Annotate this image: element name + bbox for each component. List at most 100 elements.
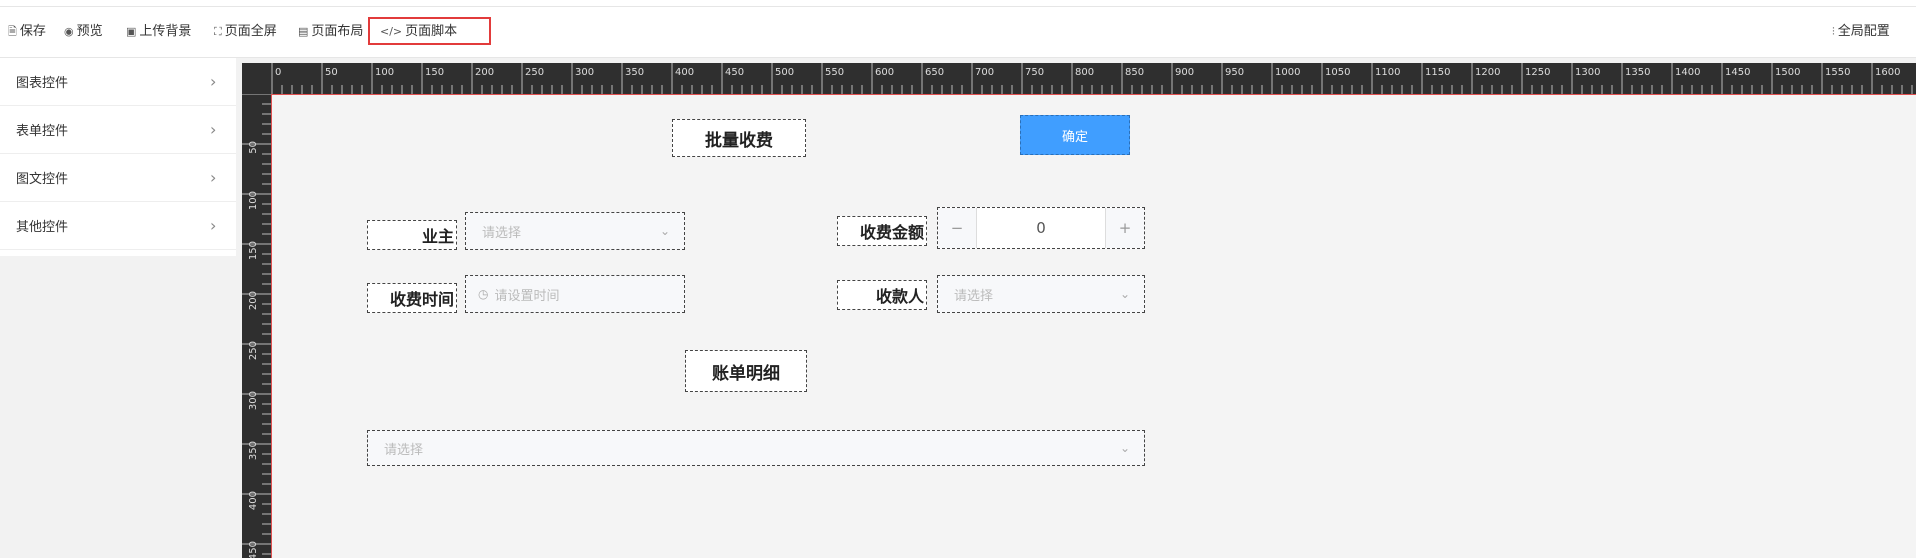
sidebar-item-form-controls[interactable]: 表单控件 › bbox=[0, 106, 236, 154]
horizontal-ruler: 0 50 100 150 200 250 300 350 400 450 500 550 600 650 7… bbox=[242, 63, 1916, 94]
layout-icon: ▤ bbox=[298, 25, 309, 38]
preview-button-label: 预览 bbox=[76, 24, 103, 39]
ruler-label: 1250 bbox=[1525, 67, 1550, 78]
horizontal-ruler-svg: 0 50 100 150 200 250 300 350 400 450 500 550 600 650 7… bbox=[271, 63, 1913, 94]
owner-label[interactable]: 业主 bbox=[367, 220, 457, 250]
chevron-right-icon: › bbox=[210, 120, 217, 139]
ruler-label: 0 bbox=[275, 67, 281, 78]
save-icon: 🗎 bbox=[8, 25, 17, 38]
ruler-label: 1450 bbox=[1725, 67, 1750, 78]
ruler-label: 900 bbox=[1175, 67, 1194, 78]
owner-select-placeholder: 请选择 bbox=[482, 225, 522, 241]
sidebar-item-label: 图文控件 bbox=[16, 172, 69, 187]
ruler-label: 450 bbox=[248, 541, 259, 558]
ruler-label: 250 bbox=[525, 67, 544, 78]
ruler-label: 1100 bbox=[1375, 67, 1400, 78]
page-layout-label: 页面布局 bbox=[311, 24, 364, 39]
chevron-right-icon: › bbox=[210, 216, 217, 235]
ruler-label: 850 bbox=[1125, 67, 1144, 78]
payee-label[interactable]: 收款人 bbox=[837, 280, 927, 310]
confirm-button[interactable]: 确定 bbox=[1020, 115, 1130, 155]
chevron-down-icon: ⌄ bbox=[1119, 441, 1130, 455]
eye-icon: ◉ bbox=[64, 25, 74, 38]
vertical-ruler: 50 100 150 200 250 300 350 400 450 bbox=[242, 94, 271, 558]
ruler-label: 50 bbox=[248, 141, 259, 154]
time-label[interactable]: 收费时间 bbox=[367, 283, 457, 313]
ruler-label: 100 bbox=[248, 191, 259, 210]
ruler-label: 200 bbox=[475, 67, 494, 78]
ruler-label: 300 bbox=[248, 391, 259, 410]
owner-select[interactable]: 请选择 ⌄ bbox=[465, 212, 685, 250]
ruler-label: 50 bbox=[325, 67, 338, 78]
minus-icon[interactable]: − bbox=[938, 208, 977, 248]
chevron-down-icon: ⌄ bbox=[659, 224, 670, 238]
ruler-label: 1350 bbox=[1625, 67, 1650, 78]
sidebar-item-chart-controls[interactable]: 图表控件 › bbox=[0, 58, 236, 106]
ruler-label: 350 bbox=[625, 67, 644, 78]
sidebar-item-graphic-controls[interactable]: 图文控件 › bbox=[0, 154, 236, 202]
ruler-label: 1400 bbox=[1675, 67, 1700, 78]
payee-select[interactable]: 请选择 ⌄ bbox=[937, 275, 1145, 313]
ruler-label: 600 bbox=[875, 67, 894, 78]
fullscreen-icon: ⛶ bbox=[214, 25, 222, 38]
ruler-label: 400 bbox=[248, 491, 259, 510]
sliders-icon: ⫶ bbox=[1832, 25, 1835, 38]
ruler-label: 1200 bbox=[1475, 67, 1500, 78]
payee-select-placeholder: 请选择 bbox=[954, 288, 994, 304]
bill-detail-select[interactable]: 请选择 ⌄ bbox=[367, 430, 1145, 466]
clock-icon: ◷ bbox=[478, 287, 489, 301]
amount-stepper[interactable]: − 0 + bbox=[937, 207, 1145, 249]
upload-background-label: 上传背景 bbox=[139, 24, 192, 39]
page-layout-button[interactable]: ▤ 页面布局 bbox=[298, 22, 363, 42]
time-picker[interactable]: ◷ 请设置时间 bbox=[465, 275, 685, 313]
ruler-label: 150 bbox=[425, 67, 444, 78]
ruler-label: 450 bbox=[725, 67, 744, 78]
ruler-label: 1550 bbox=[1825, 67, 1850, 78]
global-config-button[interactable]: ⫶ 全局配置 bbox=[1832, 22, 1890, 42]
ruler-label: 200 bbox=[248, 291, 259, 310]
chevron-down-icon: ⌄ bbox=[1119, 287, 1130, 301]
design-canvas[interactable]: 批量收费 确定 业主 请选择 ⌄ 收费金额 − 0 + 收费时间 ◷ 请设置时间… bbox=[271, 94, 1916, 558]
sidebar-item-label: 图表控件 bbox=[16, 76, 69, 91]
fullscreen-button[interactable]: ⛶ 页面全屏 bbox=[214, 22, 277, 42]
image-icon: ▣ bbox=[126, 25, 137, 38]
bill-detail-placeholder: 请选择 bbox=[384, 442, 424, 458]
ruler-label: 1000 bbox=[1275, 67, 1300, 78]
ruler-label: 400 bbox=[675, 67, 694, 78]
upload-background-button[interactable]: ▣ 上传背景 bbox=[126, 22, 191, 42]
amount-label[interactable]: 收费金额 bbox=[837, 216, 927, 246]
form-title[interactable]: 批量收费 bbox=[672, 119, 806, 157]
ruler-label: 1150 bbox=[1425, 67, 1450, 78]
ruler-label: 1050 bbox=[1325, 67, 1350, 78]
ruler-label: 500 bbox=[775, 67, 794, 78]
ruler-label: 1300 bbox=[1575, 67, 1600, 78]
chevron-right-icon: › bbox=[210, 168, 217, 187]
page-script-highlight bbox=[368, 17, 491, 45]
ruler-label: 150 bbox=[248, 241, 259, 260]
preview-button[interactable]: ◉ 预览 bbox=[64, 22, 103, 42]
component-sidebar: 图表控件 › 表单控件 › 图文控件 › 其他控件 › bbox=[0, 58, 236, 256]
save-button-label: 保存 bbox=[19, 24, 46, 39]
ruler-label: 1600 bbox=[1875, 67, 1900, 78]
ruler-label: 250 bbox=[248, 341, 259, 360]
save-button[interactable]: 🗎 保存 bbox=[8, 22, 46, 42]
ruler-label: 100 bbox=[375, 67, 394, 78]
vertical-ruler-svg: 50 100 150 200 250 300 350 400 450 bbox=[242, 94, 271, 558]
ruler-label: 550 bbox=[825, 67, 844, 78]
ruler-label: 800 bbox=[1075, 67, 1094, 78]
ruler-label: 650 bbox=[925, 67, 944, 78]
sidebar-item-label: 其他控件 bbox=[16, 220, 69, 235]
time-picker-placeholder: 请设置时间 bbox=[494, 288, 560, 304]
fullscreen-label: 页面全屏 bbox=[224, 24, 277, 39]
sidebar-item-other-controls[interactable]: 其他控件 › bbox=[0, 202, 236, 250]
amount-value: 0 bbox=[1036, 219, 1046, 237]
plus-icon[interactable]: + bbox=[1105, 208, 1144, 248]
bill-detail-title[interactable]: 账单明细 bbox=[685, 350, 807, 392]
ruler-label: 350 bbox=[248, 441, 259, 460]
ruler-label: 1500 bbox=[1775, 67, 1800, 78]
ruler-label: 300 bbox=[575, 67, 594, 78]
ruler-label: 950 bbox=[1225, 67, 1244, 78]
ruler-label: 700 bbox=[975, 67, 994, 78]
global-config-label: 全局配置 bbox=[1837, 24, 1890, 39]
ruler-label: 750 bbox=[1025, 67, 1044, 78]
